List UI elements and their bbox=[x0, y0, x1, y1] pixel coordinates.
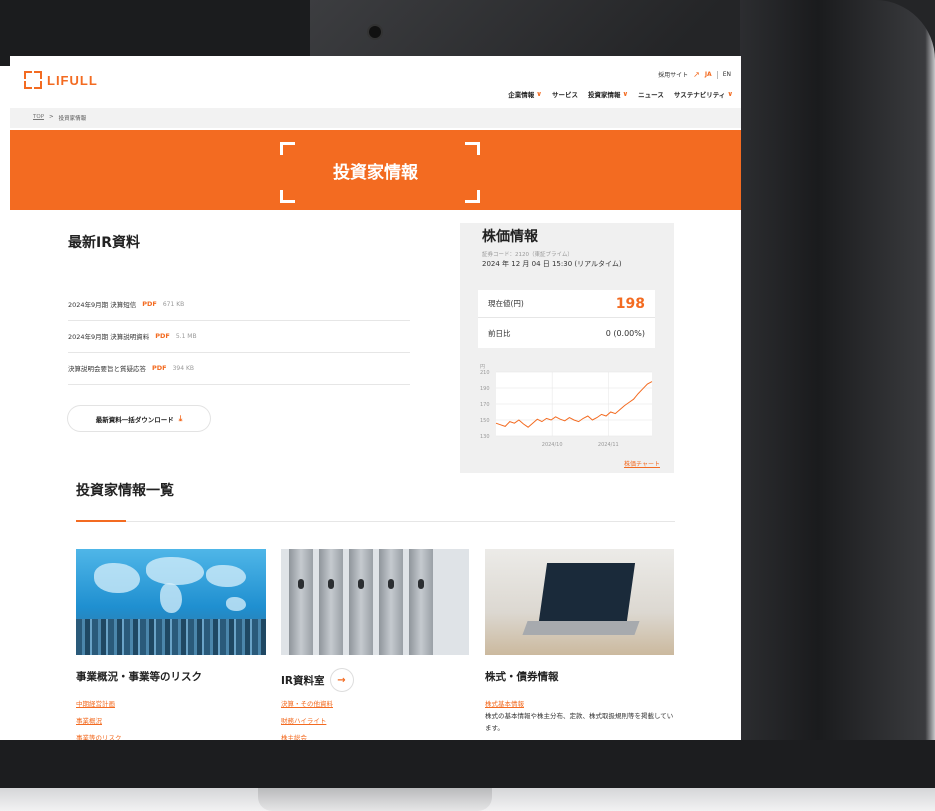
laptop-notch bbox=[258, 788, 492, 811]
section-divider bbox=[76, 521, 675, 522]
pdf-badge: PDF bbox=[155, 332, 170, 340]
current-price-value: 198 bbox=[615, 295, 645, 312]
browser-screen: LIFULL 採用サイト ↗ JA EN 企業情報 ∨ サービス 投資家情報 ∨… bbox=[10, 56, 741, 740]
bulk-download-label: 最新資料一括ダウンロード bbox=[95, 415, 174, 424]
lang-divider bbox=[716, 70, 718, 79]
pdf-badge: PDF bbox=[142, 300, 157, 308]
nav-item-services[interactable]: サービス bbox=[552, 89, 578, 99]
nav-label: ニュース bbox=[638, 91, 664, 99]
stock-chart-link[interactable]: 株価チャート bbox=[624, 459, 660, 468]
logo-text: LIFULL bbox=[47, 72, 98, 88]
stock-title: 株価情報 bbox=[482, 229, 538, 245]
page-title: 投資家情報 bbox=[333, 163, 418, 183]
card-title-business[interactable]: 事業概況・事業等のリスク bbox=[76, 669, 202, 684]
stock-timestamp: 2024 年 12 月 04 日 15:30 (リアルタイム) bbox=[482, 260, 622, 268]
file-size: 5.1 MB bbox=[175, 332, 197, 340]
nav-label: 企業情報 bbox=[508, 91, 535, 99]
section-accent-line bbox=[76, 520, 126, 522]
stock-chart: 円2101901701501302024/10 2024/11 bbox=[480, 364, 653, 448]
y-tick-label: 130 bbox=[480, 434, 490, 440]
file-size: 671 KB bbox=[162, 300, 185, 308]
breadcrumb-top-link[interactable]: TOP bbox=[33, 114, 44, 122]
nav-label: サービス bbox=[551, 91, 578, 99]
card-link[interactable]: 事業概況 bbox=[76, 715, 102, 725]
bulk-download-button[interactable]: 最新資料一括ダウンロード ⤓ bbox=[68, 406, 210, 431]
lang-ja-link[interactable]: JA bbox=[705, 71, 712, 78]
ir-list-title: 投資家情報一覧 bbox=[76, 483, 174, 499]
breadcrumb-current: 投資家情報 bbox=[58, 116, 87, 122]
chevron-down-icon: ∨ bbox=[536, 90, 542, 98]
nav-item-company[interactable]: 企業情報 ∨ bbox=[508, 89, 542, 99]
arrow-right-icon[interactable]: → bbox=[331, 669, 353, 691]
card-title-label: IR資料室 bbox=[281, 674, 325, 687]
hero-banner: 投資家情報 bbox=[10, 130, 741, 210]
ir-document-name: 決算説明会要旨と質疑応答 bbox=[68, 365, 146, 373]
breadcrumb-bar: TOP > 投資家情報 bbox=[10, 108, 741, 128]
card-link[interactable]: 財務ハイライト bbox=[281, 715, 326, 725]
price-diff-value: 0 (0.00%) bbox=[605, 328, 645, 338]
latest-ir-title: 最新IR資料 bbox=[68, 235, 140, 251]
ir-document-name: 2024年9月期 決算説明資料 bbox=[68, 333, 150, 341]
y-tick-label: 190 bbox=[480, 386, 490, 392]
ir-document-row[interactable]: 決算説明会要旨と質疑応答 PDF 394 KB bbox=[68, 352, 410, 385]
file-size: 394 KB bbox=[172, 364, 195, 372]
laptop-bottom-bezel bbox=[0, 740, 935, 788]
y-tick-label: 150 bbox=[480, 418, 490, 424]
lang-en-link[interactable]: EN bbox=[723, 71, 731, 78]
lifull-logo[interactable]: LIFULL bbox=[24, 71, 98, 89]
bracket-decoration bbox=[280, 142, 295, 155]
price-diff-row: 前日比 0 (0.00%) bbox=[478, 319, 655, 347]
world-map-city-image[interactable] bbox=[76, 549, 266, 655]
card-description: 株式の基本情報や株主分布、定款、株式取扱規則等を掲載しています。 bbox=[485, 712, 674, 732]
card-link[interactable]: 事業等のリスク bbox=[76, 732, 122, 740]
ir-document-row[interactable]: 2024年9月期 決算短信 PDF 671 KB bbox=[68, 288, 410, 321]
current-price-row: 現在値(円) 198 bbox=[478, 290, 655, 318]
ir-document-name: 2024年9月期 決算短信 bbox=[68, 301, 137, 309]
laptop-stock-chart-image[interactable] bbox=[485, 549, 674, 655]
y-tick-label: 210 bbox=[480, 370, 490, 376]
card-title-ir-library[interactable]: IR資料室 → bbox=[281, 669, 353, 691]
y-tick-label: 170 bbox=[480, 402, 490, 408]
global-nav: 企業情報 ∨ サービス 投資家情報 ∨ ニュース サステナビリティ ∨ bbox=[508, 89, 733, 99]
stock-panel: 株価情報 証券コード：2120（東証プライム） 2024 年 12 月 04 日… bbox=[460, 223, 674, 473]
nav-label: 投資家情報 bbox=[587, 91, 621, 99]
card-link[interactable]: 株式基本情報 bbox=[485, 698, 524, 708]
card-link[interactable]: 決算・その他資料 bbox=[281, 698, 333, 708]
logo-mark-icon bbox=[24, 71, 42, 89]
price-box: 現在値(円) 198 前日比 0 (0.00%) bbox=[478, 290, 655, 348]
ir-document-row[interactable]: 2024年9月期 決算説明資料 PDF 5.1 MB bbox=[68, 320, 410, 353]
breadcrumb: TOP > 投資家情報 bbox=[33, 114, 86, 122]
laptop-side-bezel bbox=[740, 0, 935, 811]
bracket-decoration bbox=[465, 142, 480, 155]
external-link-icon: ↗ bbox=[693, 70, 700, 79]
recruit-link[interactable]: 採用サイト bbox=[658, 70, 688, 79]
nav-item-sustainability[interactable]: サステナビリティ ∨ bbox=[674, 89, 733, 99]
chevron-down-icon: ∨ bbox=[622, 90, 629, 98]
card-link[interactable]: 株主総会 bbox=[281, 732, 307, 740]
webcam bbox=[369, 26, 381, 38]
x-tick-label: 2024/11 bbox=[598, 442, 619, 448]
download-icon: ⤓ bbox=[178, 413, 183, 423]
pdf-badge: PDF bbox=[152, 364, 167, 372]
card-title-stock-bond[interactable]: 株式・債券情報 bbox=[485, 669, 559, 684]
x-tick-label: 2024/10 bbox=[542, 442, 563, 448]
nav-item-news[interactable]: ニュース bbox=[638, 89, 664, 99]
bracket-decoration bbox=[465, 190, 480, 203]
chevron-down-icon: ∨ bbox=[727, 90, 733, 98]
nav-item-ir[interactable]: 投資家情報 ∨ bbox=[588, 89, 628, 99]
current-price-label: 現在値(円) bbox=[488, 299, 524, 308]
bracket-decoration bbox=[280, 190, 295, 203]
nav-label: サステナビリティ bbox=[673, 91, 726, 99]
price-diff-label: 前日比 bbox=[488, 328, 511, 338]
file-binders-image[interactable] bbox=[281, 549, 469, 655]
utility-links: 採用サイト ↗ JA EN bbox=[658, 70, 731, 79]
card-link[interactable]: 中期経営計画 bbox=[76, 698, 115, 708]
breadcrumb-separator: > bbox=[49, 114, 54, 120]
stock-code: 証券コード：2120（東証プライム） bbox=[482, 252, 573, 258]
